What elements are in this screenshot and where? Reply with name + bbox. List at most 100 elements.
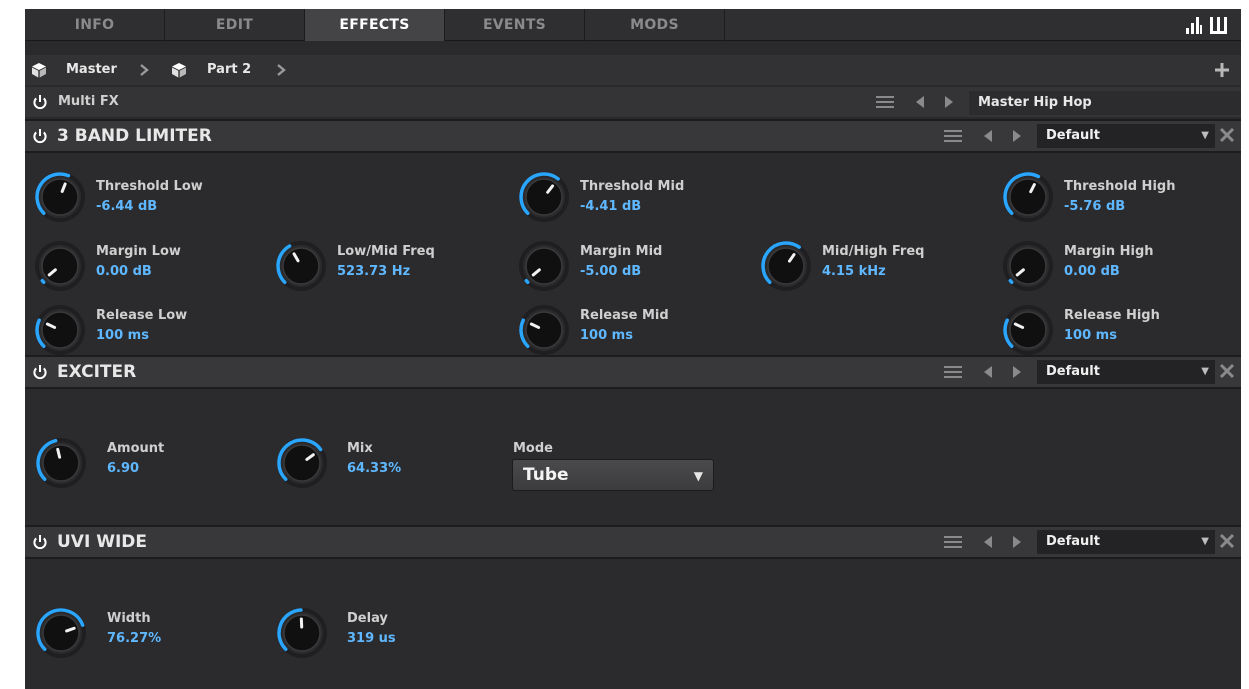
chevron-right-icon <box>277 64 286 76</box>
chevron-right-icon <box>140 64 149 76</box>
breadcrumb-master[interactable]: Master <box>66 55 117 85</box>
threshold-mid-label: Threshold Mid <box>580 179 685 194</box>
power-icon[interactable] <box>32 534 48 550</box>
threshold-low-knob[interactable] <box>34 171 86 223</box>
chevron-down-icon: ▼ <box>1201 536 1209 547</box>
menu-icon[interactable] <box>944 535 962 549</box>
tab-info[interactable]: INFO <box>25 9 165 41</box>
knob-body <box>1009 178 1047 216</box>
release-low-value: 100 ms <box>96 328 149 343</box>
knob-body <box>41 247 79 285</box>
chevron-down-icon: ▼ <box>1201 130 1209 141</box>
mix-knob[interactable] <box>276 437 328 489</box>
release-high-knob[interactable] <box>1002 304 1054 356</box>
prev-preset-icon[interactable] <box>915 96 925 108</box>
knob-value-arc <box>40 278 46 285</box>
tab-events[interactable]: EVENTS <box>445 9 585 41</box>
bars-chart-icon[interactable] <box>1185 15 1203 35</box>
cube-icon <box>172 63 186 78</box>
exciter-preset-select[interactable]: Default ▼ <box>1037 360 1215 384</box>
multifx-title: Multi FX <box>58 94 119 109</box>
mix-value: 64.33% <box>347 461 402 476</box>
piano-keys-icon[interactable] <box>1209 15 1229 35</box>
tab-bar: INFO EDIT EFFECTS EVENTS MODS <box>25 9 1241 41</box>
amount-label: Amount <box>107 441 165 456</box>
close-icon[interactable] <box>1218 362 1236 380</box>
margin-mid-label: Margin Mid <box>580 244 663 259</box>
delay-label: Delay <box>347 611 388 626</box>
wide-preset-value: Default <box>1046 534 1100 549</box>
knob-body <box>42 614 80 652</box>
margin-high-knob[interactable] <box>1002 240 1054 292</box>
cube-icon <box>32 63 46 78</box>
low-mid-freq-value: 523.73 Hz <box>337 264 411 279</box>
threshold-mid-knob[interactable] <box>518 171 570 223</box>
prev-preset-icon[interactable] <box>983 366 993 378</box>
knob-body <box>767 247 805 285</box>
low-mid-freq-knob[interactable] <box>275 240 327 292</box>
knob-body <box>1009 311 1047 349</box>
threshold-low-value: -6.44 dB <box>96 199 158 214</box>
exciter-preset-value: Default <box>1046 364 1100 379</box>
plus-icon[interactable] <box>1214 62 1230 78</box>
menu-icon[interactable] <box>944 365 962 379</box>
margin-high-value: 0.00 dB <box>1064 264 1120 279</box>
next-preset-icon[interactable] <box>1012 536 1022 548</box>
mid-high-freq-knob[interactable] <box>760 240 812 292</box>
wide-header: UVI WIDE Default ▼ <box>25 525 1241 559</box>
multifx-preset[interactable]: Master Hip Hop <box>969 91 1241 115</box>
release-mid-knob[interactable] <box>518 304 570 356</box>
release-low-knob[interactable] <box>34 304 86 356</box>
margin-mid-knob[interactable] <box>518 240 570 292</box>
knob-body <box>525 247 563 285</box>
threshold-mid-value: -4.41 dB <box>580 199 642 214</box>
prev-preset-icon[interactable] <box>983 130 993 142</box>
threshold-high-knob[interactable] <box>1002 171 1054 223</box>
menu-icon[interactable] <box>944 129 962 143</box>
tab-effects[interactable]: EFFECTS <box>305 9 445 41</box>
breadcrumb-part[interactable]: Part 2 <box>207 55 251 85</box>
delay-knob[interactable] <box>276 607 328 659</box>
breadcrumb: Master Part 2 <box>25 55 1241 85</box>
exciter-title: EXCITER <box>57 362 137 382</box>
tab-edit[interactable]: EDIT <box>165 9 305 41</box>
tab-mods[interactable]: MODS <box>585 9 725 41</box>
limiter-section: 3 BAND LIMITER Default ▼ Threshold Low -… <box>25 119 1241 355</box>
knob-body <box>42 444 80 482</box>
mode-select[interactable]: Tube ▼ <box>512 459 714 491</box>
release-low-label: Release Low <box>96 308 188 323</box>
next-preset-icon[interactable] <box>1012 130 1022 142</box>
limiter-preset-select[interactable]: Default ▼ <box>1037 124 1215 148</box>
power-icon[interactable] <box>32 364 48 380</box>
exciter-header: EXCITER Default ▼ <box>25 355 1241 389</box>
multifx-bar: Multi FX Master Hip Hop <box>25 87 1241 117</box>
margin-low-knob[interactable] <box>34 240 86 292</box>
limiter-preset-value: Default <box>1046 128 1100 143</box>
threshold-high-label: Threshold High <box>1064 179 1176 194</box>
close-icon[interactable] <box>1218 532 1236 550</box>
margin-low-value: 0.00 dB <box>96 264 152 279</box>
amount-value: 6.90 <box>107 461 140 476</box>
power-icon[interactable] <box>32 128 48 144</box>
wide-preset-select[interactable]: Default ▼ <box>1037 530 1215 554</box>
release-mid-label: Release Mid <box>580 308 669 323</box>
low-mid-freq-label: Low/Mid Freq <box>337 244 435 259</box>
delay-value: 319 us <box>347 631 396 646</box>
amount-knob[interactable] <box>35 437 87 489</box>
chevron-down-icon: ▼ <box>693 469 703 483</box>
knob-indicator <box>56 447 62 459</box>
menu-icon[interactable] <box>876 95 894 109</box>
margin-low-label: Margin Low <box>96 244 181 259</box>
next-preset-icon[interactable] <box>1012 366 1022 378</box>
release-high-label: Release High <box>1064 308 1160 323</box>
power-icon[interactable] <box>32 94 48 110</box>
width-label: Width <box>107 611 151 626</box>
width-knob[interactable] <box>35 607 87 659</box>
close-icon[interactable] <box>1218 126 1236 144</box>
prev-preset-icon[interactable] <box>983 536 993 548</box>
release-mid-value: 100 ms <box>580 328 633 343</box>
mid-high-freq-value: 4.15 kHz <box>822 264 886 279</box>
next-preset-icon[interactable] <box>944 96 954 108</box>
margin-mid-value: -5.00 dB <box>580 264 642 279</box>
knob-body <box>525 178 563 216</box>
